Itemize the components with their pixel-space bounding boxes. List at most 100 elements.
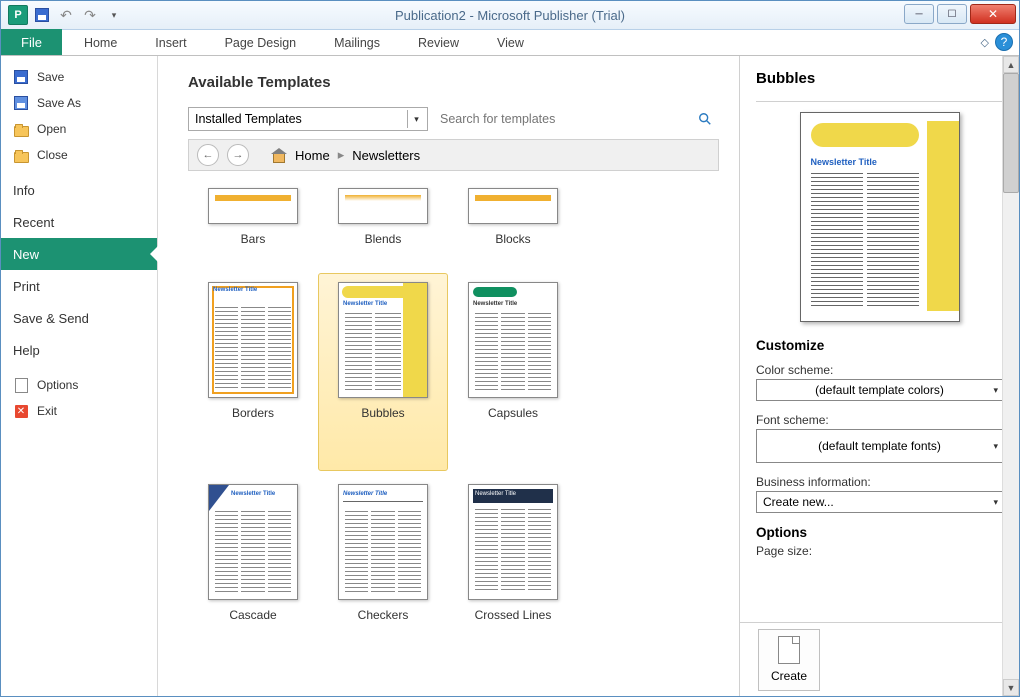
nav-new[interactable]: New	[1, 238, 157, 270]
templates-grid-scroll[interactable]: Bars Blends Blocks	[188, 179, 719, 696]
nav-label: Print	[13, 279, 40, 294]
nav-open[interactable]: Open	[1, 116, 157, 142]
file-tab[interactable]: File	[1, 29, 62, 55]
business-info-label: Business information:	[756, 475, 1003, 489]
nav-forward-button[interactable]: →	[227, 144, 249, 166]
nav-save-as[interactable]: Save As	[1, 90, 157, 116]
template-thumb	[208, 188, 298, 224]
nav-save[interactable]: Save	[1, 64, 157, 90]
maximize-button[interactable]: ☐	[937, 4, 967, 24]
help-button[interactable]: ?	[995, 33, 1013, 51]
nav-print[interactable]: Print	[1, 270, 157, 302]
template-capsules[interactable]: Newsletter Title Capsules	[448, 273, 578, 471]
dropdown-value: (default template fonts)	[818, 439, 941, 453]
template-thumb	[338, 188, 428, 224]
template-blends[interactable]: Blends	[318, 179, 448, 263]
breadcrumb-sep: ▸	[338, 147, 345, 163]
titlebar: P ↶ ↷ ▾ Publication2 - Microsoft Publish…	[1, 1, 1019, 30]
nav-options[interactable]: Options	[1, 372, 157, 398]
template-crossed-lines[interactable]: Newsletter Title Crossed Lines	[448, 475, 578, 639]
template-bubbles[interactable]: Newsletter Title Bubbles	[318, 273, 448, 471]
template-blocks[interactable]: Blocks	[448, 179, 578, 263]
available-templates-heading: Available Templates	[188, 74, 719, 91]
template-source-dropdown[interactable]: Installed Templates ▾	[188, 107, 428, 131]
dropdown-value: (default template colors)	[815, 383, 944, 397]
scroll-thumb[interactable]	[1003, 73, 1019, 193]
template-borders[interactable]: Newsletter Title Borders	[188, 273, 318, 471]
template-search-row: Installed Templates ▾	[188, 107, 719, 131]
nav-label: Close	[37, 148, 68, 162]
chevron-down-icon: ▾	[993, 385, 998, 396]
nav-label: New	[13, 247, 39, 262]
nav-label: Exit	[37, 404, 57, 418]
home-icon[interactable]	[271, 148, 287, 162]
minimize-button[interactable]: ─	[904, 4, 934, 24]
template-checkers[interactable]: Newsletter Title Checkers	[318, 475, 448, 639]
search-input[interactable]	[440, 112, 697, 126]
tab-review[interactable]: Review	[402, 31, 475, 55]
nav-back-button[interactable]: ←	[197, 144, 219, 166]
nav-label: Help	[13, 343, 40, 358]
font-scheme-dropdown[interactable]: (default template fonts) ▾	[756, 429, 1003, 463]
color-scheme-label: Color scheme:	[756, 363, 1003, 377]
right-scrollbar[interactable]: ▲ ▼	[1002, 56, 1019, 696]
nav-label: Open	[37, 122, 66, 136]
nav-info[interactable]: Info	[1, 174, 157, 206]
template-cascade[interactable]: Newsletter Title Cascade	[188, 475, 318, 639]
preview-panel: Bubbles Newsletter Title Customize Color…	[739, 56, 1019, 696]
template-label: Cascade	[229, 608, 276, 622]
app-icon[interactable]: P	[7, 4, 29, 26]
qat-save-button[interactable]	[31, 4, 53, 26]
qat-customize-button[interactable]: ▾	[103, 4, 125, 26]
tab-page-design[interactable]: Page Design	[209, 31, 313, 55]
template-thumb: Newsletter Title	[468, 484, 558, 600]
nav-recent[interactable]: Recent	[1, 206, 157, 238]
nav-exit[interactable]: ✕Exit	[1, 398, 157, 424]
scroll-up-button[interactable]: ▲	[1003, 56, 1019, 73]
template-search-box	[434, 107, 719, 131]
nav-save-send[interactable]: Save & Send	[1, 302, 157, 334]
template-label: Checkers	[358, 608, 409, 622]
preview-newsletter-title: Newsletter Title	[811, 157, 877, 167]
create-button[interactable]: Create	[758, 629, 820, 691]
template-bars[interactable]: Bars	[188, 179, 318, 263]
nav-help[interactable]: Help	[1, 334, 157, 366]
template-preview: Newsletter Title	[800, 112, 960, 322]
template-label: Crossed Lines	[475, 608, 552, 622]
app-window: P ↶ ↷ ▾ Publication2 - Microsoft Publish…	[0, 0, 1020, 697]
create-label: Create	[771, 669, 807, 683]
window-title: Publication2 - Microsoft Publisher (Tria…	[1, 8, 1019, 23]
nav-label: Save & Send	[13, 311, 89, 326]
create-strip: Create	[740, 622, 1019, 696]
tab-mailings[interactable]: Mailings	[318, 31, 396, 55]
ribbon-minimize-icon[interactable]: ◇	[981, 36, 989, 49]
window-controls: ─ ☐ ✕	[904, 4, 1016, 24]
qat-redo-button[interactable]: ↷	[79, 4, 101, 26]
search-icon[interactable]	[697, 111, 713, 127]
nav-label: Save	[37, 70, 64, 84]
chevron-down-icon: ▾	[993, 441, 998, 452]
color-scheme-dropdown[interactable]: (default template colors) ▾	[756, 379, 1003, 401]
tab-home[interactable]: Home	[68, 31, 133, 55]
tab-insert[interactable]: Insert	[139, 31, 202, 55]
dropdown-value: Installed Templates	[195, 112, 302, 126]
template-label: Borders	[232, 406, 274, 420]
nav-label: Save As	[37, 96, 81, 110]
business-info-dropdown[interactable]: Create new... ▾	[756, 491, 1003, 513]
template-thumb: Newsletter Title	[338, 282, 428, 398]
tab-view[interactable]: View	[481, 31, 540, 55]
scroll-down-button[interactable]: ▼	[1003, 679, 1019, 696]
breadcrumb-current[interactable]: Newsletters	[352, 148, 420, 163]
options-heading: Options	[756, 525, 1003, 540]
template-label: Bubbles	[361, 406, 404, 420]
template-label: Blends	[365, 232, 402, 246]
nav-close[interactable]: Close	[1, 142, 157, 168]
qat-undo-button[interactable]: ↶	[55, 4, 77, 26]
template-label: Bars	[241, 232, 266, 246]
backstage-content: Available Templates Installed Templates …	[158, 56, 1019, 696]
preview-title: Bubbles	[756, 70, 1003, 87]
nav-label: Options	[37, 378, 78, 392]
breadcrumb-home[interactable]: Home	[295, 148, 330, 163]
font-scheme-label: Font scheme:	[756, 413, 1003, 427]
close-button[interactable]: ✕	[970, 4, 1016, 24]
